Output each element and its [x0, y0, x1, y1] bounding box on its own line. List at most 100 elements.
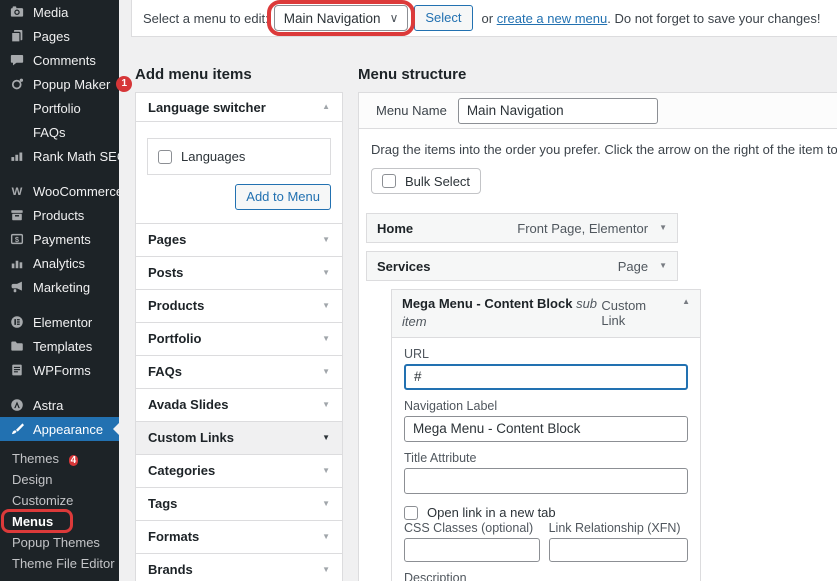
svg-text:W: W: [11, 186, 22, 198]
sidebar-item[interactable]: Templates: [0, 334, 119, 358]
accordion-label: FAQs: [148, 364, 182, 379]
sidebar-item[interactable]: Pages: [0, 24, 119, 48]
title-attribute-input[interactable]: [404, 468, 688, 494]
sidebar-item[interactable]: Analytics: [0, 251, 119, 275]
chevron-up-icon[interactable]: [682, 298, 690, 306]
title-attribute-label: Title Attribute: [404, 451, 688, 465]
astra-icon: [9, 398, 24, 413]
chevron-down-icon[interactable]: [659, 224, 667, 232]
xfn-input[interactable]: [549, 538, 688, 562]
svg-text:$: $: [14, 235, 19, 244]
languages-checkbox[interactable]: [158, 150, 172, 164]
accordion-section[interactable]: Categories: [136, 454, 342, 487]
templates-icon: [9, 339, 24, 354]
appearance-submenu: Themes 4 Design Customize Menu: [0, 441, 119, 574]
chevron-down-icon[interactable]: [322, 401, 330, 409]
sidebar-item[interactable]: Comments: [0, 48, 119, 72]
add-to-menu-button[interactable]: Add to Menu: [235, 184, 331, 210]
accordion-label: Posts: [148, 265, 183, 280]
sidebar-item[interactable]: Portfolio: [0, 96, 119, 120]
create-new-menu-link[interactable]: create a new menu: [497, 11, 608, 26]
sidebar-subitem[interactable]: Menus: [0, 511, 119, 532]
sidebar-item[interactable]: Popup Maker 1: [0, 72, 119, 96]
sidebar-subitem[interactable]: Design: [0, 469, 119, 490]
chevron-down-icon[interactable]: [322, 566, 330, 574]
menu-item-bar[interactable]: Services Page: [366, 251, 678, 281]
menu-item-bar[interactable]: Home Front Page, Elementor: [366, 213, 678, 243]
sidebar-item[interactable]: Astra: [0, 393, 119, 417]
menu-items-list: Home Front Page, Elementor Services: [366, 213, 678, 281]
sidebar-item-label: Analytics: [33, 256, 85, 271]
url-input[interactable]: #: [404, 364, 688, 390]
sidebar-item[interactable]: Products: [0, 203, 119, 227]
accordion-section[interactable]: FAQs: [136, 355, 342, 388]
chevron-up-icon[interactable]: [322, 103, 330, 111]
accordion-section[interactable]: Avada Slides: [136, 388, 342, 421]
add-menu-items-panel: Language switcher Languages Add to Menu: [135, 92, 343, 581]
menu-name-input[interactable]: Main Navigation: [458, 98, 658, 124]
sidebar-item[interactable]: Elementor: [0, 310, 119, 334]
sidebar-subitem[interactable]: Popup Themes: [0, 532, 119, 553]
menu-select-dropdown[interactable]: Main Navigation ∨: [274, 5, 409, 31]
chevron-down-icon[interactable]: [322, 302, 330, 310]
sidebar-item[interactable]: Marketing: [0, 275, 119, 299]
chevron-down-icon[interactable]: [322, 236, 330, 244]
sidebar-item-label: Pages: [33, 29, 70, 44]
sidebar-subitem[interactable]: Theme File Editor: [0, 553, 119, 574]
bulk-select-checkbox[interactable]: [382, 174, 396, 188]
css-classes-label: CSS Classes (optional): [404, 521, 540, 535]
menu-select-value: Main Navigation: [284, 11, 381, 26]
accordion-section[interactable]: Brands: [136, 553, 342, 581]
accordion-section[interactable]: Tags: [136, 487, 342, 520]
chevron-down-icon[interactable]: [322, 368, 330, 376]
save-changes-text: . Do not forget to save your changes!: [607, 11, 820, 26]
menu-structure-panel: Menu Name Main Navigation Drag the items…: [358, 92, 837, 581]
open-new-tab-checkbox[interactable]: [404, 506, 418, 520]
chevron-down-icon[interactable]: [322, 533, 330, 541]
sidebar-subitem[interactable]: Customize: [0, 490, 119, 511]
accordion-section[interactable]: Products: [136, 289, 342, 322]
sidebar-item[interactable]: Rank Math SEO: [0, 144, 119, 168]
accordion-list: Pages Posts Products: [136, 223, 342, 581]
chevron-down-icon[interactable]: [322, 500, 330, 508]
accordion-label: Tags: [148, 496, 177, 511]
accordion-section[interactable]: Posts: [136, 256, 342, 289]
accordion-label: Custom Links: [148, 430, 234, 445]
chevron-down-icon[interactable]: [322, 467, 330, 475]
popup-maker-icon: [9, 77, 24, 92]
media-icon: [9, 5, 24, 20]
accordion-label: Portfolio: [148, 331, 201, 346]
admin-menu: Media Pages Comments Popup Ma: [0, 0, 119, 441]
sidebar-item[interactable]: Appearance: [0, 417, 119, 441]
products-icon: [9, 208, 24, 223]
chevron-down-icon: ∨: [390, 12, 399, 24]
chevron-down-icon[interactable]: [659, 262, 667, 270]
accordion-language-switcher[interactable]: Language switcher: [136, 93, 342, 122]
accordion-section[interactable]: Portfolio: [136, 322, 342, 355]
sidebar-item[interactable]: FAQs: [0, 120, 119, 144]
main-content: Select a menu to edit: Main Navigation ∨…: [119, 0, 837, 581]
sidebar-item[interactable]: W WooCommerce: [0, 179, 119, 203]
accordion-section[interactable]: Pages: [136, 223, 342, 256]
select-button[interactable]: Select: [414, 5, 472, 31]
menu-item-bar[interactable]: Mega Menu - Content Block sub item Custo…: [391, 289, 701, 338]
accordion-section[interactable]: Custom Links: [136, 421, 342, 454]
chevron-down-icon[interactable]: [322, 335, 330, 343]
sidebar-item[interactable]: Media: [0, 0, 119, 24]
chevron-down-icon[interactable]: [322, 269, 330, 277]
select-menu-label: Select a menu to edit:: [143, 11, 269, 26]
menu-item-type: Front Page, Elementor: [517, 221, 648, 236]
navigation-label-input[interactable]: Mega Menu - Content Block: [404, 416, 688, 442]
chevron-down-icon[interactable]: [322, 434, 330, 442]
sidebar-item-label: Portfolio: [33, 101, 81, 116]
css-classes-input[interactable]: [404, 538, 540, 562]
menu-item-title: Services: [377, 259, 431, 274]
menu-item-type: Custom Link: [601, 298, 671, 328]
marketing-icon: [9, 280, 24, 295]
sidebar-subitem[interactable]: Themes 4: [0, 448, 119, 469]
accordion-section[interactable]: Formats: [136, 520, 342, 553]
sidebar-item[interactable]: WPForms: [0, 358, 119, 382]
url-label: URL: [404, 347, 688, 361]
sidebar-item[interactable]: $ Payments: [0, 227, 119, 251]
sidebar-item-label: WooCommerce: [33, 184, 123, 199]
